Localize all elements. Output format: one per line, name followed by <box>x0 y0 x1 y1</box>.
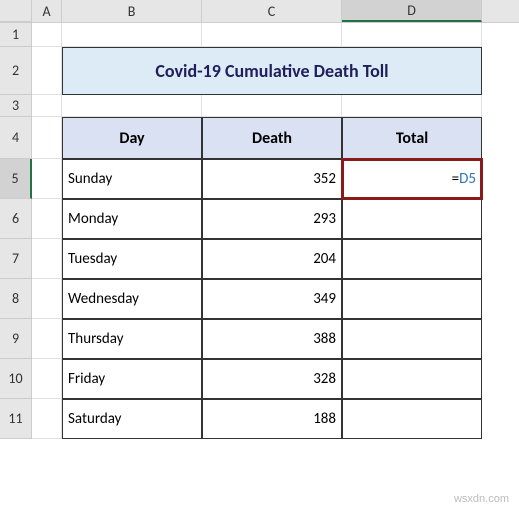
cell-A7[interactable] <box>32 239 62 279</box>
select-all-corner[interactable] <box>0 0 32 22</box>
cell-D8[interactable] <box>342 279 482 319</box>
title-cell[interactable]: Covid-19 Cumulative Death Toll <box>62 47 482 95</box>
cell-D10[interactable] <box>342 359 482 399</box>
cell-D3[interactable] <box>342 95 482 117</box>
header-day[interactable]: Day <box>62 117 202 159</box>
row-header-10[interactable]: 10 <box>0 359 32 399</box>
col-header-C[interactable]: C <box>202 0 342 22</box>
cell-A2[interactable] <box>32 47 62 95</box>
cell-C5[interactable]: 352 <box>202 159 342 199</box>
cell-C1[interactable] <box>202 23 342 47</box>
cell-B10[interactable]: Friday <box>62 359 202 399</box>
cell-D1[interactable] <box>342 23 482 47</box>
cell-B5[interactable]: Sunday <box>62 159 202 199</box>
cell-D5-active[interactable]: =D5 <box>342 159 482 199</box>
cell-A9[interactable] <box>32 319 62 359</box>
cell-D9[interactable] <box>342 319 482 359</box>
cell-D6[interactable] <box>342 199 482 239</box>
formula-equals: = <box>452 170 459 188</box>
cell-C7[interactable]: 204 <box>202 239 342 279</box>
row-header-3[interactable]: 3 <box>0 95 32 117</box>
cell-C3[interactable] <box>202 95 342 117</box>
row-header-9[interactable]: 9 <box>0 319 32 359</box>
formula-reference: D5 <box>459 170 476 188</box>
cell-A5[interactable] <box>32 159 62 199</box>
cell-B8[interactable]: Wednesday <box>62 279 202 319</box>
cell-D7[interactable] <box>342 239 482 279</box>
cell-A1[interactable] <box>32 23 62 47</box>
cell-D11[interactable] <box>342 399 482 439</box>
row-header-2[interactable]: 2 <box>0 47 32 95</box>
col-header-D[interactable]: D <box>342 0 482 22</box>
cell-A8[interactable] <box>32 279 62 319</box>
cell-B6[interactable]: Monday <box>62 199 202 239</box>
row-header-7[interactable]: 7 <box>0 239 32 279</box>
row-header-11[interactable]: 11 <box>0 399 32 439</box>
cell-A3[interactable] <box>32 95 62 117</box>
cell-A6[interactable] <box>32 199 62 239</box>
spreadsheet-grid[interactable]: A B C D 1 2 Covid-19 Cumulative Death To… <box>0 0 519 439</box>
row-header-5[interactable]: 5 <box>0 159 32 199</box>
col-header-B[interactable]: B <box>62 0 202 22</box>
row-header-6[interactable]: 6 <box>0 199 32 239</box>
cell-C9[interactable]: 388 <box>202 319 342 359</box>
cell-B3[interactable] <box>62 95 202 117</box>
cell-C6[interactable]: 293 <box>202 199 342 239</box>
row-header-4[interactable]: 4 <box>0 117 32 159</box>
watermark: wsxdn.com <box>454 493 509 505</box>
cell-A11[interactable] <box>32 399 62 439</box>
cell-A10[interactable] <box>32 359 62 399</box>
cell-B1[interactable] <box>62 23 202 47</box>
header-death[interactable]: Death <box>202 117 342 159</box>
cell-B9[interactable]: Thursday <box>62 319 202 359</box>
header-total[interactable]: Total <box>342 117 482 159</box>
cell-C10[interactable]: 328 <box>202 359 342 399</box>
cell-A4[interactable] <box>32 117 62 159</box>
cell-C11[interactable]: 188 <box>202 399 342 439</box>
cell-B11[interactable]: Saturday <box>62 399 202 439</box>
row-header-8[interactable]: 8 <box>0 279 32 319</box>
cell-C8[interactable]: 349 <box>202 279 342 319</box>
col-header-A[interactable]: A <box>32 0 62 22</box>
cell-B7[interactable]: Tuesday <box>62 239 202 279</box>
column-headers: A B C D <box>0 0 519 23</box>
row-header-1[interactable]: 1 <box>0 23 32 47</box>
